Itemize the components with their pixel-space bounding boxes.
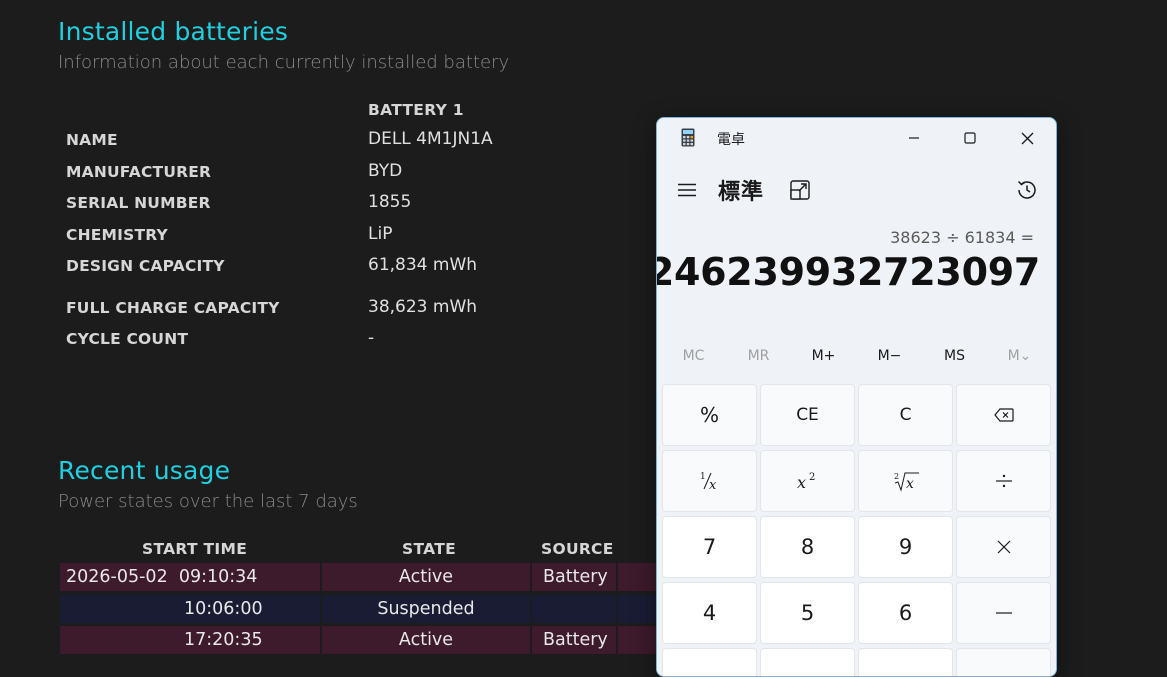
calculator-window: 電卓 標準 38623 ÷ 61834 = 0.624623 [656,117,1057,677]
digit-3-button[interactable] [858,648,953,676]
backspace-icon [993,408,1014,422]
backspace-button[interactable] [956,384,1051,446]
name-label: NAME [66,131,118,149]
hamburger-menu-icon[interactable] [677,180,697,200]
percent-button[interactable]: % [662,384,757,446]
clear-button[interactable]: C [858,384,953,446]
expression-display: 38623 ÷ 61834 = [890,228,1034,247]
digit-4-button[interactable]: 4 [662,582,757,644]
source-cell [532,595,616,623]
recent-usage-title: Recent usage [58,456,231,485]
divide-button[interactable] [956,450,1051,512]
minimize-icon [909,137,919,139]
digit-7-button[interactable]: 7 [662,516,757,578]
design-capacity-label: DESIGN CAPACITY [66,257,225,275]
maximize-button[interactable] [950,124,990,152]
subtract-button[interactable] [956,582,1051,644]
result-display: 0.6246239932723097 [657,250,1040,294]
minus-icon [995,612,1012,614]
table-row: 2026-05-02 09:10:34 Active Battery [60,563,680,591]
close-button[interactable] [1007,124,1047,152]
minimize-button[interactable] [894,124,934,152]
add-button[interactable] [956,648,1051,676]
start-time-cell: 2026-05-02 09:10:34 [60,563,320,591]
square-root-button[interactable]: 2 x [858,450,953,512]
mode-bar: 標準 [657,170,1056,210]
window-title: 電卓 [717,132,745,148]
manufacturer-value: BYD [368,161,403,181]
title-bar[interactable]: 電卓 [657,118,1056,158]
memory-list-button[interactable]: M⌄ [987,348,1052,364]
source-header: SOURCE [541,540,614,558]
design-capacity-value: 61,834 mWh [368,255,478,275]
svg-text:x: x [797,473,806,492]
manufacturer-label: MANUFACTURER [66,163,212,181]
digit-9-button[interactable]: 9 [858,516,953,578]
start-time-cell: 17:20:35 [60,626,320,654]
calculator-app-icon [681,128,695,147]
start-time-header: START TIME [142,540,248,558]
memory-subtract-button[interactable]: M− [857,348,922,364]
serial-number-value: 1855 [368,192,412,212]
state-cell: Active [322,563,530,591]
battery-column-header: BATTERY 1 [368,101,464,119]
maximize-icon [964,132,976,144]
divide-icon [995,474,1012,488]
keep-on-top-icon[interactable] [789,179,811,201]
memory-row: MC MR M+ M− MS M⌄ [661,348,1054,372]
table-row: 17:20:35 Active Battery [60,626,680,654]
memory-add-button[interactable]: M+ [791,348,856,364]
state-header: STATE [402,540,456,558]
chemistry-label: CHEMISTRY [66,226,168,244]
svg-text:x: x [906,476,914,492]
serial-number-label: SERIAL NUMBER [66,194,211,212]
source-cell: Battery [532,563,616,591]
start-time-cell: 10:06:00 [60,595,320,623]
cycle-count-value: - [368,328,375,348]
memory-clear-button[interactable]: MC [661,348,726,364]
source-cell: Battery [532,626,616,654]
installed-batteries-subtitle: Information about each currently install… [58,52,510,73]
multiply-icon [997,540,1010,554]
mode-title: 標準 [718,180,765,205]
svg-text:1: 1 [700,472,706,482]
close-icon [1021,132,1033,144]
square-icon: x 2 [797,472,815,492]
name-value: DELL 4M1JN1A [368,129,493,149]
reciprocal-icon: 1 x [700,472,717,492]
digit-1-button[interactable] [662,648,757,676]
svg-text:2: 2 [809,472,815,483]
square-button[interactable]: x 2 [760,450,855,512]
chemistry-value: LiP [368,224,393,244]
full-charge-capacity-label: FULL CHARGE CAPACITY [66,299,280,317]
table-row: 10:06:00 Suspended [60,595,680,623]
digit-5-button[interactable]: 5 [760,582,855,644]
multiply-button[interactable] [956,516,1051,578]
state-cell: Active [322,626,530,654]
square-root-icon: 2 x [894,472,919,492]
svg-text:2: 2 [894,472,899,481]
memory-store-button[interactable]: MS [922,348,987,364]
cycle-count-label: CYCLE COUNT [66,330,189,348]
svg-text:x: x [709,478,717,492]
installed-batteries-title: Installed batteries [58,17,289,46]
digit-6-button[interactable]: 6 [858,582,953,644]
digit-2-button[interactable] [760,648,855,676]
recent-usage-subtitle: Power states over the last 7 days [58,491,358,512]
clear-entry-button[interactable]: CE [760,384,855,446]
history-icon[interactable] [1015,178,1039,202]
state-cell: Suspended [322,595,530,623]
memory-recall-button[interactable]: MR [726,348,791,364]
digit-8-button[interactable]: 8 [760,516,855,578]
full-charge-capacity-value: 38,623 mWh [368,297,478,317]
reciprocal-button[interactable]: 1 x [662,450,757,512]
